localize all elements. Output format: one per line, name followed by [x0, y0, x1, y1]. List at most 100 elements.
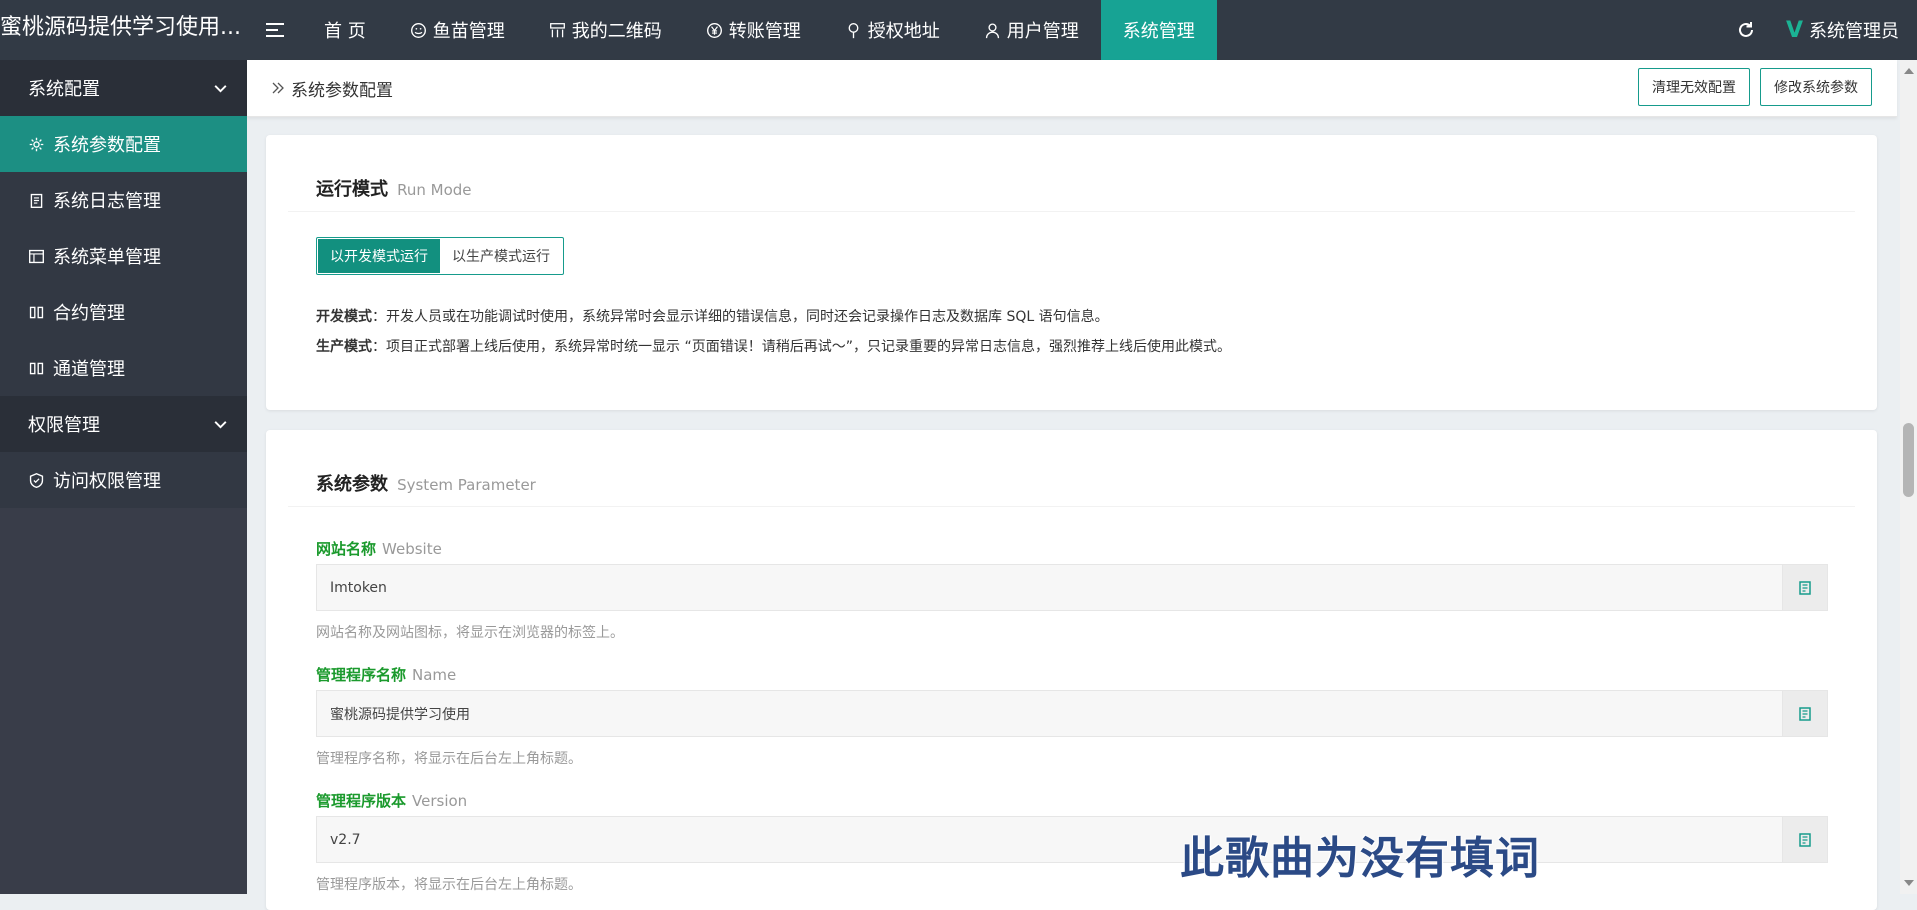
nav-item-fish[interactable]: 鱼苗管理 [388, 0, 527, 60]
copy-icon[interactable] [1782, 691, 1827, 736]
grid-icon [549, 22, 565, 37]
sidebar-group-label: 权限管理 [28, 415, 100, 436]
copy-icon[interactable] [1782, 817, 1827, 862]
sidebar-group-label: 系统配置 [28, 79, 100, 100]
version-field[interactable]: v2.7 [316, 816, 1828, 863]
double-chevron-right-icon [272, 82, 284, 94]
field-label-website: 网站名称 Website [316, 538, 442, 559]
sidebar-item-channel[interactable]: 通道管理 [0, 340, 247, 396]
dev-mode-text: ：开发人员或在功能调试时使用，系统异常时会显示详细的错误信息，同时还会记录操作日… [372, 309, 1109, 325]
field-label-text: 网站名称 [316, 540, 377, 558]
sidebar-item-label: 通道管理 [53, 359, 125, 380]
location-icon [848, 22, 859, 38]
chevron-down-icon [214, 84, 227, 93]
field-label-en: Name [412, 666, 457, 684]
run-mode-toggle: 以开发模式运行 以生产模式运行 [316, 237, 564, 275]
toolbar: 清理无效配置 修改系统参数 [1638, 68, 1872, 106]
nav-item-users[interactable]: 用户管理 [962, 0, 1101, 60]
user-name: 系统管理员 [1809, 21, 1899, 42]
copy-icon[interactable] [1782, 565, 1827, 610]
card-title: 运行模式 [316, 179, 388, 200]
breadcrumb-current: 系统参数配置 [291, 80, 393, 101]
dev-mode-description: 开发模式：开发人员或在功能调试时使用，系统异常时会显示详细的错误信息，同时还会记… [316, 306, 1109, 326]
field-label-text: 管理程序版本 [316, 792, 407, 810]
prod-mode-button[interactable]: 以生产模式运行 [440, 239, 562, 273]
clean-config-button[interactable]: 清理无效配置 [1638, 68, 1750, 106]
refresh-icon[interactable] [1716, 0, 1776, 60]
version-field-value[interactable]: v2.7 [317, 832, 1782, 848]
nav-item-home[interactable]: 首 页 [302, 0, 388, 60]
nav-item-label: 授权地址 [867, 21, 940, 42]
app-name-field[interactable]: 蜜桃源码提供学习使用 [316, 690, 1828, 737]
window-icon [29, 249, 44, 263]
nav-item-label: 首 页 [324, 21, 366, 42]
user-avatar-icon: V [1785, 17, 1803, 43]
card-subtitle: System Parameter [397, 476, 536, 494]
nav-item-label: 用户管理 [1006, 21, 1079, 42]
field-label-en: Website [382, 540, 442, 558]
user-icon [985, 22, 999, 38]
sidebar-item-sys-params[interactable]: 系统参数配置 [0, 116, 247, 172]
sidebar: 系统配置 系统参数配置 系统日志管理 系统菜单管理 合约管理 通道管理 权限管理… [0, 60, 247, 894]
gear-icon [29, 137, 44, 151]
nav-item-label: 转账管理 [728, 21, 801, 42]
scroll-down-icon[interactable] [1904, 880, 1914, 886]
shield-icon [29, 472, 44, 488]
prod-mode-description: 生产模式：项目正式部署上线后使用，系统异常时统一显示 “页面错误！请稍后再试～”… [316, 336, 1231, 356]
edit-params-button[interactable]: 修改系统参数 [1760, 68, 1872, 106]
field-label-app-name: 管理程序名称 Name [316, 664, 456, 685]
sidebar-group-permissions[interactable]: 权限管理 [0, 396, 247, 452]
sidebar-item-label: 系统菜单管理 [53, 247, 161, 268]
nav-item-label: 我的二维码 [571, 21, 662, 42]
menu-toggle-icon[interactable] [248, 0, 302, 60]
scroll-up-icon[interactable] [1904, 68, 1914, 74]
sidebar-item-access-permission[interactable]: 访问权限管理 [0, 452, 247, 508]
dev-mode-button[interactable]: 以开发模式运行 [318, 239, 440, 273]
card-title: 系统参数 [316, 474, 388, 495]
run-mode-card: 运行模式 Run Mode 以开发模式运行 以生产模式运行 开发模式：开发人员或… [266, 135, 1877, 410]
app-name-field-value[interactable]: 蜜桃源码提供学习使用 [317, 704, 1782, 724]
card-header: 系统参数 System Parameter [288, 430, 1855, 507]
sidebar-item-sys-menu[interactable]: 系统菜单管理 [0, 228, 247, 284]
sidebar-item-contract[interactable]: 合约管理 [0, 284, 247, 340]
top-navbar: 蜜桃源码提供学习使用... 首 页 鱼苗管理 我的二维码 转账管理 授权地址 用… [0, 0, 1917, 60]
columns-icon [29, 306, 44, 318]
main-content: 系统参数配置 清理无效配置 修改系统参数 运行模式 Run Mode 以开发模式… [247, 60, 1897, 910]
nav-item-qrcode[interactable]: 我的二维码 [527, 0, 684, 60]
yen-icon [706, 22, 722, 38]
smile-icon [410, 22, 426, 38]
version-help: 管理程序版本，将显示在后台左上角标题。 [316, 877, 582, 893]
user-menu[interactable]: V 系统管理员 [1776, 0, 1917, 60]
website-field[interactable]: Imtoken [316, 564, 1828, 611]
website-help: 网站名称及网站图标，将显示在浏览器的标签上。 [316, 625, 624, 641]
vertical-scrollbar[interactable] [1900, 60, 1917, 894]
nav-item-transfer[interactable]: 转账管理 [684, 0, 823, 60]
dev-mode-label: 开发模式 [316, 309, 372, 325]
app-title[interactable]: 蜜桃源码提供学习使用... [0, 0, 248, 60]
website-field-value[interactable]: Imtoken [317, 580, 1782, 596]
sidebar-group-system-config[interactable]: 系统配置 [0, 60, 247, 116]
top-right-tools: V 系统管理员 [1716, 0, 1917, 60]
nav-item-auth-address[interactable]: 授权地址 [823, 0, 962, 60]
scrollbar-thumb[interactable] [1903, 423, 1914, 497]
clipboard-icon [30, 193, 43, 208]
sidebar-item-label: 系统参数配置 [53, 135, 161, 156]
nav-item-system[interactable]: 系统管理 [1100, 0, 1217, 60]
prod-mode-label: 生产模式 [316, 339, 372, 355]
nav-item-label: 系统管理 [1122, 21, 1195, 42]
field-label-en: Version [412, 792, 468, 810]
columns-icon [29, 362, 44, 374]
sidebar-item-sys-log[interactable]: 系统日志管理 [0, 172, 247, 228]
nav-item-label: 鱼苗管理 [432, 21, 505, 42]
chevron-down-icon [214, 420, 227, 429]
sidebar-item-label: 访问权限管理 [53, 471, 161, 492]
sys-params-card: 系统参数 System Parameter 网站名称 Website Imtoke… [266, 430, 1877, 910]
app-name-help: 管理程序名称，将显示在后台左上角标题。 [316, 751, 582, 767]
sidebar-item-label: 合约管理 [53, 303, 125, 324]
card-subtitle: Run Mode [397, 181, 472, 199]
field-label-text: 管理程序名称 [316, 666, 407, 684]
prod-mode-text: ：项目正式部署上线后使用，系统异常时统一显示 “页面错误！请稍后再试～”，只记录… [372, 339, 1231, 355]
video-subtitle-overlay: 此歌曲为没有填词 [1180, 833, 1540, 884]
card-header: 运行模式 Run Mode [288, 135, 1855, 212]
sidebar-item-label: 系统日志管理 [53, 191, 161, 212]
